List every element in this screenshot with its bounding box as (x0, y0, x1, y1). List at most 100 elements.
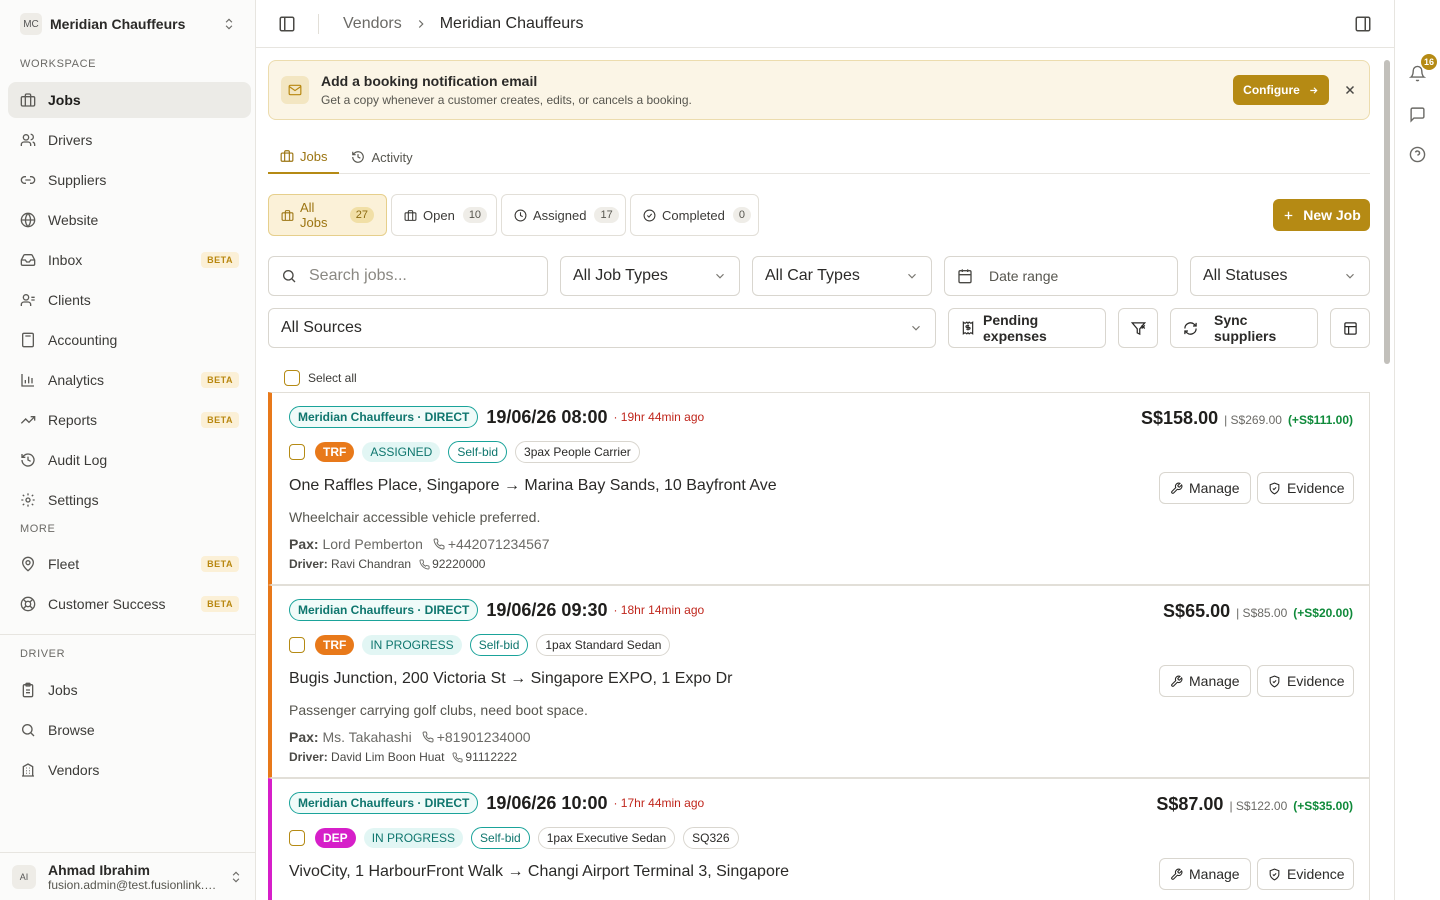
pax-phone[interactable]: +81901234000 (437, 729, 531, 745)
table-layout-icon (1343, 321, 1358, 336)
driver-label: Driver: (289, 750, 328, 764)
sidebar-item-settings[interactable]: Settings (8, 482, 251, 518)
select-all[interactable]: Select all (284, 370, 357, 386)
sidebar-item-website[interactable]: Website (8, 202, 251, 238)
sidebar-item-analytics[interactable]: Analytics BETA (8, 362, 251, 398)
plus-icon (1282, 209, 1295, 222)
sidebar-item-audit-log[interactable]: Audit Log (8, 442, 251, 478)
bid-badge: Self-bid (469, 634, 529, 656)
evidence-label: Evidence (1287, 480, 1345, 496)
filter-assigned[interactable]: Assigned 17 (501, 194, 626, 236)
select-value: All Car Types (765, 267, 860, 284)
driver-label: Driver: (289, 557, 328, 571)
sidebar-item-drivers[interactable]: Drivers (8, 122, 251, 158)
job-type-select[interactable]: All Job Types (560, 256, 740, 296)
sidebar-item-customer-success[interactable]: Customer Success BETA (8, 586, 251, 622)
sidebar-item-label: Clients (48, 292, 91, 308)
job-note: Wheelchair accessible vehicle preferred. (289, 509, 541, 525)
filter-completed[interactable]: Completed 0 (630, 194, 759, 236)
help-icon[interactable] (1409, 146, 1426, 163)
user-menu[interactable]: AI Ahmad Ibrahim fusion.admin@test.fusio… (0, 852, 255, 900)
sidebar-item-accounting[interactable]: Accounting (8, 322, 251, 358)
driver-phone[interactable]: 91112222 (465, 750, 517, 764)
tab-jobs[interactable]: Jobs (268, 140, 340, 174)
contact-icon (20, 292, 36, 308)
car-type-badge: 3pax People Carrier (515, 441, 640, 463)
evidence-button[interactable]: Evidence (1257, 858, 1354, 890)
phone-icon (422, 731, 434, 743)
configure-button[interactable]: Configure (1233, 75, 1329, 105)
job-checkbox[interactable] (289, 637, 305, 653)
status-badge: ASSIGNED (362, 442, 441, 462)
calendar-icon (957, 268, 973, 284)
job-checkbox[interactable] (289, 444, 305, 460)
filter-all-jobs[interactable]: All Jobs 27 (268, 194, 387, 236)
user-email: fusion.admin@test.fusionlink.a... (48, 877, 218, 892)
bar-chart-icon (20, 372, 36, 388)
date-range-picker[interactable]: Date range (944, 256, 1178, 296)
section-label-workspace: WORKSPACE (20, 58, 97, 70)
close-icon[interactable] (1343, 83, 1357, 97)
sidebar-item-driver-jobs[interactable]: Jobs (8, 672, 251, 708)
filter-label: Completed (662, 207, 725, 223)
new-job-button[interactable]: New Job (1273, 199, 1370, 231)
calculator-icon (20, 332, 36, 348)
sidebar-item-suppliers[interactable]: Suppliers (8, 162, 251, 198)
clear-filters-button[interactable] (1118, 308, 1158, 348)
job-note: Passenger carrying golf clubs, need boot… (289, 702, 588, 718)
columns-button[interactable] (1330, 308, 1370, 348)
sidebar-item-clients[interactable]: Clients (8, 282, 251, 318)
sidebar-item-vendors[interactable]: Vendors (8, 752, 251, 788)
job-card: Meridian Chauffeurs · DIRECT 19/06/26 09… (268, 585, 1370, 778)
car-type-select[interactable]: All Car Types (752, 256, 932, 296)
panel-right-icon[interactable] (1354, 15, 1372, 33)
topbar: Vendors Meridian Chauffeurs (256, 0, 1394, 48)
briefcase-icon (280, 149, 294, 163)
manage-button[interactable]: Manage (1159, 472, 1251, 504)
breadcrumb-vendors[interactable]: Vendors (343, 15, 402, 33)
select-value: All Job Types (573, 267, 668, 284)
search-input[interactable]: Search jobs... (268, 256, 548, 296)
sidebar-item-fleet[interactable]: Fleet BETA (8, 546, 251, 582)
phone-icon (433, 538, 445, 550)
tab-activity[interactable]: Activity (339, 140, 424, 174)
manage-button[interactable]: Manage (1159, 858, 1251, 890)
evidence-button[interactable]: Evidence (1257, 665, 1354, 697)
chevron-down-icon (909, 321, 923, 335)
select-all-checkbox[interactable] (284, 370, 300, 386)
chevron-down-icon (905, 269, 919, 283)
job-price: S$158.00 | S$269.00 (+S$111.00) (1141, 408, 1353, 429)
pending-expenses-button[interactable]: Pending expenses (948, 308, 1106, 348)
user-name: Ahmad Ibrahim (48, 861, 150, 878)
scrollbar[interactable] (1380, 48, 1394, 900)
status-select[interactable]: All Statuses (1190, 256, 1370, 296)
sidebar-item-browse[interactable]: Browse (8, 712, 251, 748)
sidebar-item-jobs[interactable]: Jobs (8, 82, 251, 118)
job-price-diff: (+S$20.00) (1293, 606, 1353, 620)
filter-open[interactable]: Open 10 (391, 194, 497, 236)
driver-name: Ravi Chandran (331, 557, 412, 571)
job-checkbox[interactable] (289, 830, 305, 846)
sidebar-item-label: Jobs (48, 682, 78, 698)
link-icon (20, 172, 36, 188)
sidebar-item-label: Drivers (48, 132, 93, 148)
manage-button[interactable]: Manage (1159, 665, 1251, 697)
beta-badge: BETA (201, 596, 239, 612)
pax-phone[interactable]: +442071234567 (448, 536, 550, 552)
pax-name: Lord Pemberton (322, 536, 423, 552)
driver-phone[interactable]: 92220000 (432, 557, 485, 571)
sidebar-item-inbox[interactable]: Inbox BETA (8, 242, 251, 278)
job-original-price: | S$269.00 (1224, 413, 1282, 427)
refresh-icon (1183, 321, 1198, 336)
evidence-button[interactable]: Evidence (1257, 472, 1354, 504)
sync-suppliers-button[interactable]: Sync suppliers (1170, 308, 1318, 348)
source-select[interactable]: All Sources (268, 308, 936, 348)
job-route: VivoCity, 1 HarbourFront Walk → Changi A… (289, 863, 790, 880)
org-switcher[interactable]: MC Meridian Chauffeurs (12, 8, 244, 40)
shield-check-icon (1268, 868, 1281, 881)
sidebar-item-reports[interactable]: Reports BETA (8, 402, 251, 438)
phone-icon (419, 558, 430, 570)
scrollbar-thumb[interactable] (1384, 60, 1390, 364)
message-icon[interactable] (1409, 106, 1426, 123)
sidebar-toggle-icon[interactable] (278, 15, 296, 33)
